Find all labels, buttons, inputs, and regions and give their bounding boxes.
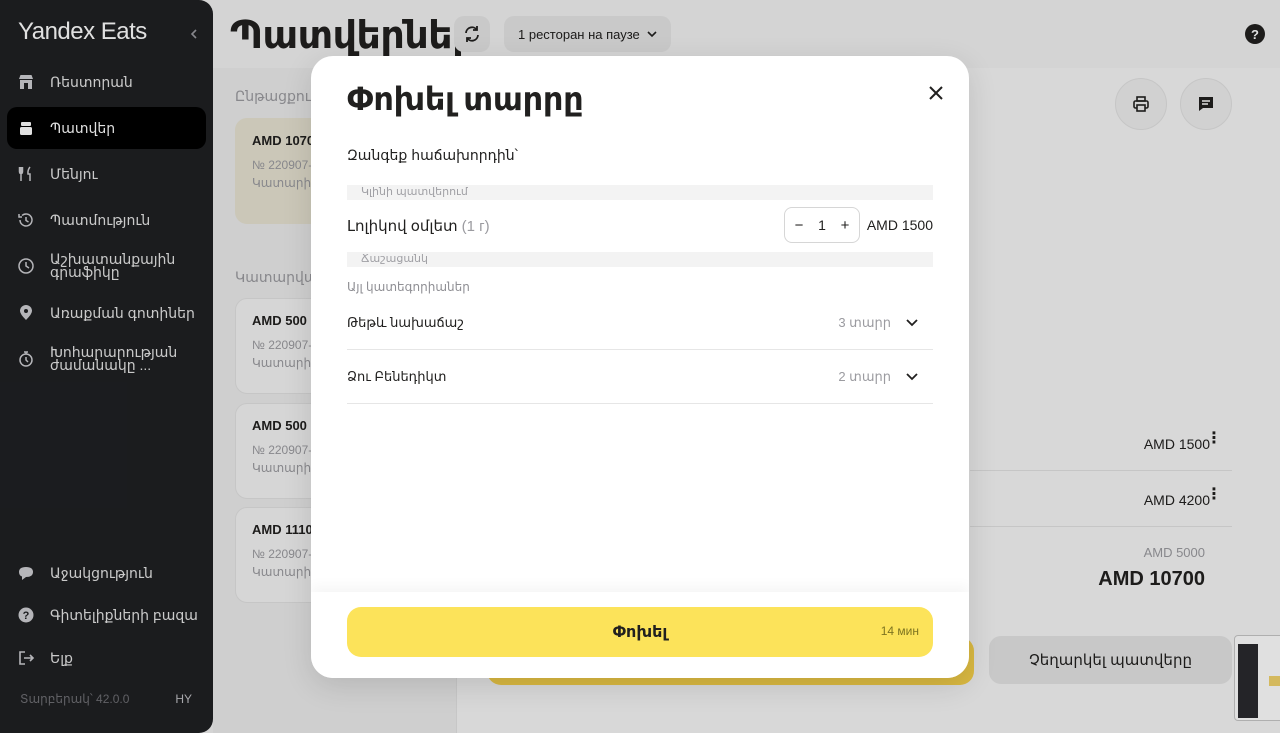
chevron-down-icon — [906, 319, 918, 327]
chevron-down-icon — [906, 373, 918, 381]
category-row[interactable]: Ձու Բենեդիկտ 2 տարր — [347, 350, 933, 404]
category-count: 3 տարր — [838, 314, 891, 330]
close-icon — [929, 86, 943, 100]
category-count: 2 տարր — [838, 368, 891, 384]
quantity-stepper: − 1 + — [784, 207, 860, 243]
item-price: AMD 1500 — [866, 217, 933, 233]
decrement-button[interactable]: − — [792, 217, 806, 234]
change-button-label: Փոխել — [612, 624, 668, 641]
section-lunch-menu: Ճաշացանկ — [347, 252, 933, 267]
call-customer-text[interactable]: Զանգեք հաճախորդին՝ — [347, 147, 518, 164]
item-name: Լոլիկով օմլետ (1 г) — [347, 217, 490, 235]
change-button-time: 14 мин — [880, 624, 919, 638]
item-weight: (1 г) — [461, 218, 490, 235]
other-categories-label: Այլ կատեգորիաներ — [347, 280, 470, 294]
increment-button[interactable]: + — [838, 217, 852, 234]
category-name: Ձու Բենեդիկտ — [347, 368, 447, 384]
close-button[interactable] — [924, 81, 948, 105]
section-in-order: Կլինի պատվերում — [347, 185, 933, 200]
change-item-modal: Փոխել տարրը Զանգեք հաճախորդին՝ Կլինի պատ… — [311, 56, 969, 678]
change-button[interactable]: Փոխել 14 мин — [347, 607, 933, 657]
category-name: Թեթև նախաճաշ — [347, 314, 464, 330]
modal-title: Փոխել տարրը — [347, 81, 584, 117]
modal-footer: Փոխել 14 мин — [311, 592, 969, 678]
quantity-value: 1 — [818, 217, 826, 233]
item-title: Լոլիկով օմլետ — [347, 218, 458, 235]
category-row[interactable]: Թեթև նախաճաշ 3 տարր — [347, 296, 933, 350]
